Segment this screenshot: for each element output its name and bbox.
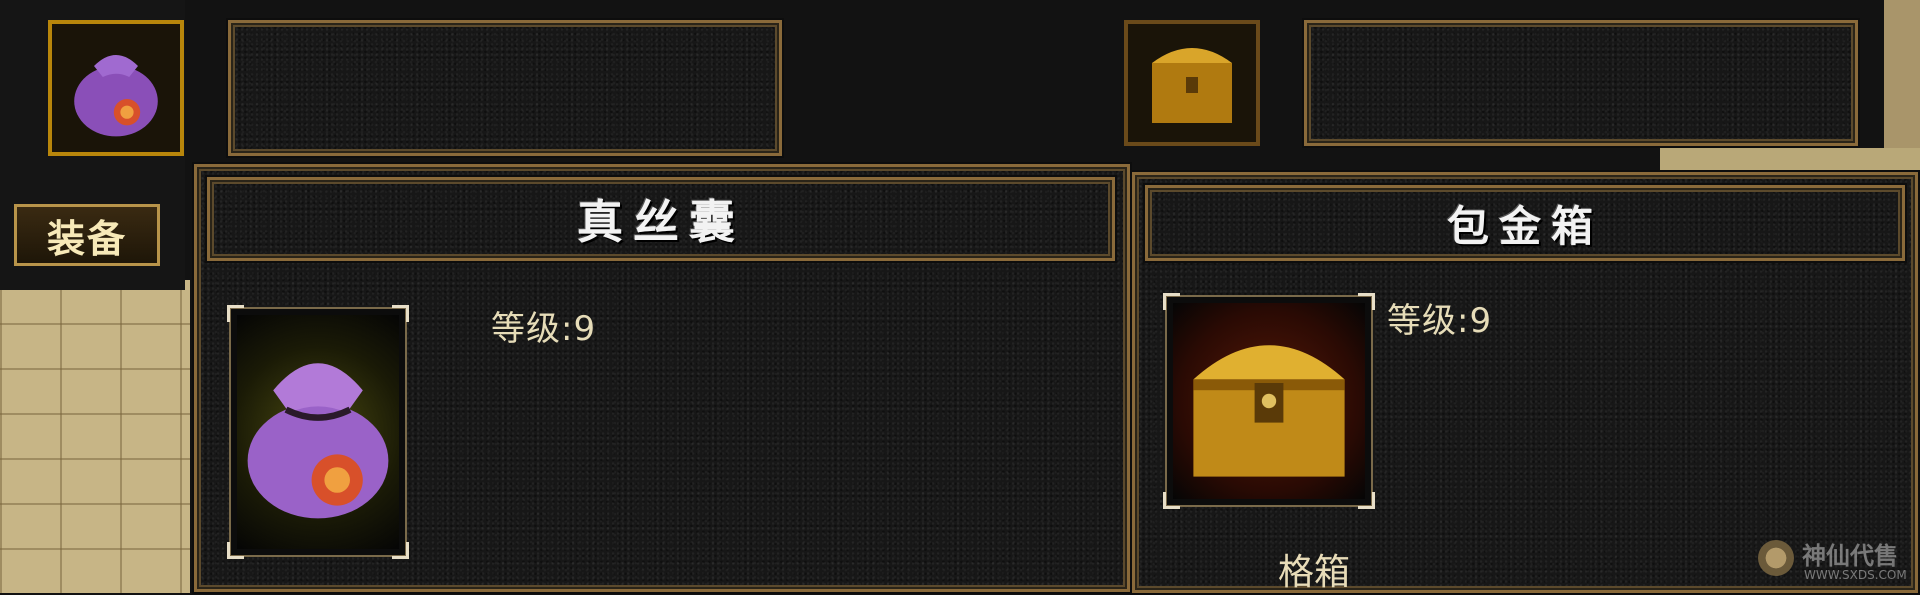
left-item-title: 真丝囊	[577, 195, 745, 249]
silk-pouch-icon	[247, 363, 389, 519]
watermark-title: 神仙代售	[1802, 542, 1898, 570]
floor-tiles	[0, 280, 190, 593]
right-edge-floor	[1884, 0, 1920, 148]
right-tooltip-panel: 包金箱 等级:9	[1132, 172, 1918, 593]
right-top-bar	[1304, 20, 1858, 146]
gold-chest-icon	[1193, 345, 1345, 477]
right-item-title: 包金箱	[1446, 201, 1603, 251]
left-small-slot[interactable]	[48, 20, 184, 156]
watermark: 神仙代售 WWW.SXDS.COM	[1758, 532, 1918, 592]
right-item-image-frame	[1163, 293, 1375, 509]
right-small-slot[interactable]	[1124, 20, 1260, 146]
equip-tab[interactable]: 装备	[14, 204, 160, 266]
left-level-label: 等级:9	[491, 309, 597, 349]
bottom-label: 格箱	[1278, 552, 1351, 593]
left-item-image-frame	[227, 305, 409, 559]
silk-pouch-icon	[74, 55, 158, 137]
watermark-logo-icon	[1758, 540, 1794, 576]
left-top-bar	[228, 20, 782, 156]
left-tooltip-panel: 真丝囊 等级:9	[194, 164, 1130, 592]
right-level-label: 等级:9	[1387, 301, 1493, 341]
gold-chest-icon	[1152, 48, 1232, 123]
left-title-bar: 真丝囊	[207, 177, 1115, 261]
right-title-bar: 包金箱	[1145, 185, 1905, 261]
watermark-url: WWW.SXDS.COM	[1804, 568, 1907, 582]
